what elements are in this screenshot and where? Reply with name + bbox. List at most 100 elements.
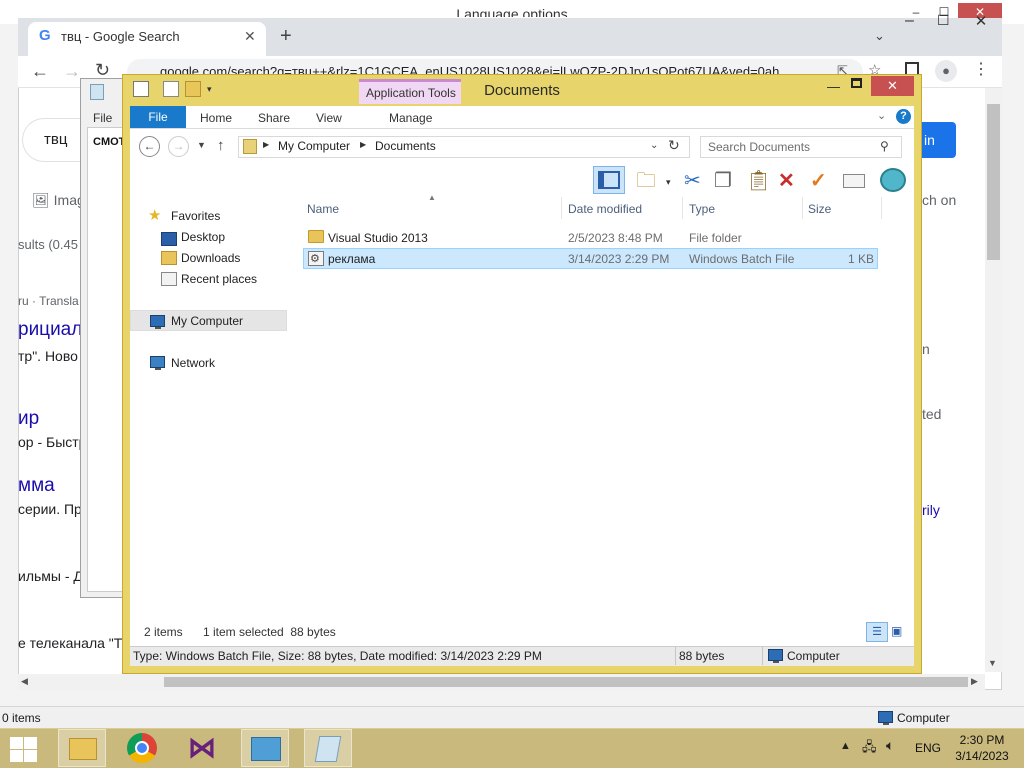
- folder-icon: [308, 230, 324, 243]
- notepad-file-menu[interactable]: File: [93, 111, 112, 125]
- chrome-horizontal-scroll-thumb[interactable]: [164, 677, 968, 687]
- item-count: 2 items: [144, 625, 183, 639]
- large-icons-view-icon[interactable]: ▣: [891, 624, 902, 638]
- nav-network[interactable]: Network: [171, 356, 215, 370]
- language-options-title: Language options: [456, 6, 568, 17]
- result-title-1[interactable]: рициал: [18, 319, 82, 341]
- column-name[interactable]: Name: [307, 202, 339, 216]
- column-divider[interactable]: [881, 197, 882, 219]
- notepad-text: CMOT: [93, 136, 126, 148]
- breadcrumb-documents[interactable]: Documents: [375, 139, 436, 153]
- chrome-menu-icon[interactable]: ⋮: [973, 59, 989, 79]
- clock-time[interactable]: 2:30 PM: [950, 733, 1014, 747]
- paste-icon[interactable]: 📋︎: [746, 170, 771, 192]
- file-name[interactable]: реклама: [328, 252, 375, 266]
- recent-locations-chevron-icon[interactable]: ▼: [197, 140, 206, 150]
- show-hidden-icons-chevron-icon[interactable]: ▲: [840, 740, 851, 752]
- back-arrow-icon[interactable]: ←: [31, 61, 49, 82]
- explorer-forward-button[interactable]: →: [168, 136, 189, 157]
- cut-icon[interactable]: ✂: [684, 170, 701, 192]
- forward-arrow-icon[interactable]: →: [63, 61, 81, 82]
- result-title-2[interactable]: ир: [18, 408, 39, 430]
- selection-summary: 1 item selected 88 bytes: [203, 625, 336, 639]
- search-query-text[interactable]: твц: [44, 131, 67, 148]
- notepad-text-area[interactable]: [87, 127, 124, 592]
- refresh-icon[interactable]: ↻: [668, 137, 680, 154]
- column-size[interactable]: Size: [808, 202, 831, 216]
- copy-icon[interactable]: ❐: [714, 170, 732, 192]
- result-title-3[interactable]: мма: [18, 475, 55, 497]
- help-icon[interactable]: ?: [896, 109, 911, 124]
- taskbar-notepad[interactable]: [304, 729, 352, 767]
- column-divider[interactable]: [682, 197, 683, 219]
- tab-search-chevron-icon[interactable]: ⌄: [874, 28, 885, 44]
- clock-date[interactable]: 3/14/2023: [950, 749, 1014, 763]
- taskbar-control-panel[interactable]: [241, 729, 289, 767]
- ribbon-tab-view[interactable]: View: [316, 111, 342, 125]
- side-fragment-1: ch on: [922, 192, 957, 208]
- chrome-maximize-button[interactable]: ☐: [937, 12, 950, 29]
- address-dropdown-chevron-icon[interactable]: ⌄: [650, 140, 658, 151]
- delete-icon[interactable]: ✕: [778, 170, 795, 192]
- file-name[interactable]: Visual Studio 2013: [328, 231, 428, 245]
- ribbon-expand-chevron-icon[interactable]: ⌄: [877, 109, 886, 122]
- column-divider[interactable]: [561, 197, 562, 219]
- recent-places-icon: [161, 272, 177, 286]
- chrome-minimize-button[interactable]: –: [905, 12, 914, 30]
- gear-icon: ⚙: [310, 253, 320, 265]
- search-icon[interactable]: ⚲: [880, 139, 889, 153]
- folder-options-icon[interactable]: 🗀: [636, 170, 656, 192]
- ribbon-tab-file[interactable]: File: [130, 106, 186, 128]
- folder-options-chevron-icon[interactable]: ▾: [666, 177, 671, 188]
- nav-my-computer[interactable]: My Computer: [171, 314, 243, 328]
- up-arrow-icon[interactable]: ↑: [217, 137, 225, 154]
- images-tab[interactable]: 🖼︎ Imag: [32, 192, 85, 209]
- scroll-left-arrow-icon[interactable]: ◀: [21, 676, 28, 687]
- volume-icon[interactable]: 🔈︎: [886, 737, 894, 754]
- chrome-close-button[interactable]: ✕: [963, 12, 999, 32]
- breadcrumb-my-computer[interactable]: My Computer: [278, 139, 350, 153]
- input-language[interactable]: ENG: [915, 741, 941, 755]
- taskbar-chrome[interactable]: [118, 729, 166, 767]
- tab-close-icon[interactable]: ✕: [244, 28, 256, 45]
- nav-recent-places[interactable]: Recent places: [181, 272, 257, 286]
- tab-title[interactable]: твц - Google Search: [61, 29, 180, 44]
- scroll-down-arrow-icon[interactable]: ▼: [988, 658, 997, 668]
- side-fragment-2: n: [922, 341, 930, 357]
- column-type[interactable]: Type: [689, 202, 715, 216]
- ribbon-tab-share[interactable]: Share: [258, 111, 290, 125]
- explorer-maximize-button[interactable]: [851, 78, 862, 88]
- bg-status-items: 0 items: [2, 711, 41, 725]
- ribbon-tab-home[interactable]: Home: [200, 111, 232, 125]
- nav-downloads[interactable]: Downloads: [181, 251, 240, 265]
- explorer-title: Documents: [484, 82, 560, 99]
- explorer-close-button[interactable]: ✕: [871, 76, 914, 96]
- details-view-icon[interactable]: ☰: [866, 622, 888, 642]
- column-date-modified[interactable]: Date modified: [568, 202, 642, 216]
- explorer-minimize-button[interactable]: —: [827, 79, 840, 94]
- scroll-right-arrow-icon[interactable]: ▶: [971, 676, 978, 687]
- language-options-statusbar: [0, 706, 1024, 728]
- side-fragment-4[interactable]: rily: [922, 502, 940, 518]
- nav-desktop[interactable]: Desktop: [181, 230, 225, 244]
- result-url[interactable]: ru · Transla: [18, 294, 79, 308]
- taskbar-visual-studio[interactable]: ⋈: [180, 729, 228, 767]
- new-tab-button[interactable]: +: [280, 25, 292, 48]
- ribbon-tab-manage[interactable]: Manage: [389, 111, 432, 125]
- notepad-icon: [90, 84, 104, 100]
- notepad-icon: [314, 736, 342, 762]
- rename-check-icon[interactable]: ✓: [810, 170, 827, 192]
- properties-window-icon[interactable]: [843, 174, 865, 188]
- taskbar-file-explorer[interactable]: [58, 729, 106, 767]
- profile-avatar-icon[interactable]: ●: [935, 60, 957, 82]
- breadcrumb-separator-icon[interactable]: ▶: [263, 140, 269, 149]
- chrome-vertical-scroll-thumb[interactable]: [987, 104, 1000, 260]
- network-tray-icon[interactable]: 🖧︎: [862, 738, 877, 760]
- windows-start-icon[interactable]: [8, 735, 38, 762]
- explorer-search-placeholder[interactable]: Search Documents: [708, 140, 810, 154]
- column-divider[interactable]: [802, 197, 803, 219]
- explorer-back-button[interactable]: ←: [139, 136, 160, 157]
- breadcrumb-separator-icon[interactable]: ▶: [360, 140, 366, 149]
- nav-favorites[interactable]: Favorites: [171, 209, 220, 223]
- network-globe-icon[interactable]: [880, 168, 906, 192]
